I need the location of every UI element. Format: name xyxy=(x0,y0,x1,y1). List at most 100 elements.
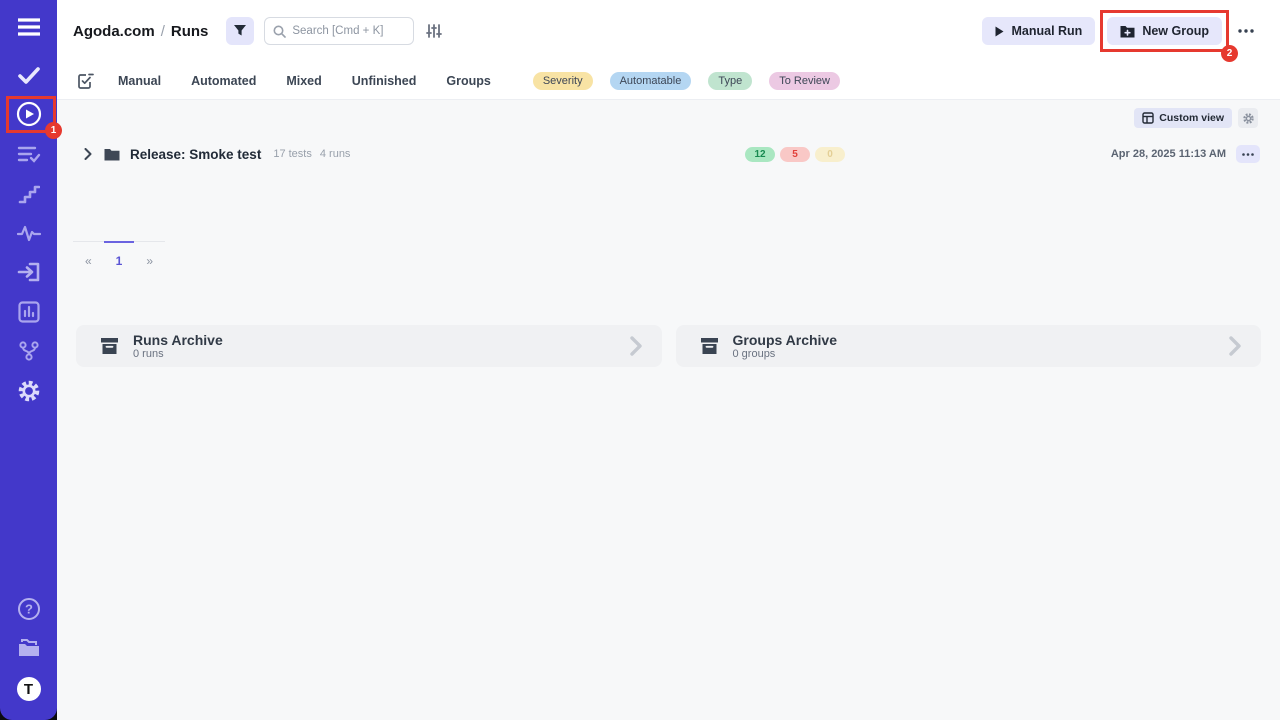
stairs-icon xyxy=(18,184,40,204)
archive-box-icon xyxy=(700,337,719,355)
sidebar-item-import[interactable] xyxy=(0,259,57,285)
sidebar-item-branches[interactable] xyxy=(0,338,57,364)
play-icon xyxy=(995,26,1004,37)
archive-card-title: Runs Archive xyxy=(133,333,223,348)
table-view-icon xyxy=(1142,112,1154,124)
breadcrumb-separator: / xyxy=(155,23,171,40)
new-group-button[interactable]: New Group xyxy=(1107,17,1222,45)
archive-cards: Runs Archive 0 runs Groups Archive 0 gro… xyxy=(76,325,1261,367)
header-actions: Manual Run New Group 2 xyxy=(982,17,1258,45)
run-group-date: Apr 28, 2025 11:13 AM xyxy=(1111,148,1226,160)
check-icon xyxy=(18,66,40,84)
sidebar-item-milestones[interactable] xyxy=(0,181,57,207)
sidebar-item-settings[interactable] xyxy=(0,378,57,404)
play-circle-icon xyxy=(16,101,42,127)
pagination-next[interactable]: » xyxy=(134,241,165,268)
sidebar-item-runs[interactable] xyxy=(0,101,57,127)
new-group-annotated: New Group 2 xyxy=(1107,17,1222,45)
run-group-title[interactable]: Release: Smoke test xyxy=(130,147,261,162)
sidebar-item-help[interactable]: ? xyxy=(0,596,57,622)
archive-card-text: Runs Archive 0 runs xyxy=(133,333,223,360)
gear-icon xyxy=(16,378,42,404)
annotation-badge-2: 2 xyxy=(1221,45,1238,62)
import-icon xyxy=(17,262,41,282)
runs-archive-card[interactable]: Runs Archive 0 runs xyxy=(76,325,662,367)
hamburger-icon xyxy=(16,17,42,37)
filter-button[interactable] xyxy=(226,17,254,45)
tag-to-review[interactable]: To Review xyxy=(769,72,840,90)
chevron-right-icon xyxy=(1229,336,1241,356)
new-group-label: New Group xyxy=(1142,24,1209,38)
folder-icon xyxy=(104,148,120,161)
passed-count-badge: 12 xyxy=(745,147,775,162)
pulse-icon xyxy=(17,224,41,242)
manual-run-button[interactable]: Manual Run xyxy=(982,17,1095,45)
clipboard-check-icon xyxy=(78,73,94,89)
search-box xyxy=(264,17,414,45)
sidebar-item-projects[interactable] xyxy=(0,635,57,661)
gear-small-icon xyxy=(1242,112,1255,125)
tag-severity[interactable]: Severity xyxy=(533,72,593,90)
view-controls: Custom view xyxy=(1134,108,1258,128)
archive-card-subtitle: 0 runs xyxy=(133,348,223,360)
header: Agoda.com/Runs Manual Run New Group 2 xyxy=(57,0,1280,62)
menu-toggle-button[interactable] xyxy=(0,14,57,40)
folders-icon xyxy=(17,638,41,658)
run-result-badges: 12 5 0 xyxy=(745,147,845,162)
main-content: Custom view Release: Smoke test 17 tests… xyxy=(57,100,1280,720)
run-group-runs-count: 4 runs xyxy=(320,148,351,160)
view-settings-button[interactable] xyxy=(1238,108,1258,128)
tab-mixed[interactable]: Mixed xyxy=(286,74,321,88)
groups-archive-card[interactable]: Groups Archive 0 groups xyxy=(676,325,1262,367)
custom-view-label: Custom view xyxy=(1159,112,1224,124)
folder-plus-icon xyxy=(1120,25,1135,38)
header-more-button[interactable] xyxy=(1234,27,1258,35)
chevron-right-icon xyxy=(630,336,642,356)
pagination-page-1[interactable]: 1 xyxy=(104,241,135,268)
bulk-edit-button[interactable] xyxy=(78,73,94,89)
funnel-icon xyxy=(233,24,247,38)
chevron-right-icon[interactable] xyxy=(84,148,92,160)
ellipsis-icon xyxy=(1238,29,1254,33)
svg-text:?: ? xyxy=(25,602,33,617)
bar-chart-icon xyxy=(18,301,40,323)
breadcrumb-project[interactable]: Agoda.com xyxy=(73,23,155,40)
run-group-row[interactable]: Release: Smoke test 17 tests 4 runs 12 5… xyxy=(57,140,1280,168)
sidebar-item-analytics[interactable] xyxy=(0,220,57,246)
run-group-more-button[interactable] xyxy=(1236,145,1260,163)
branch-icon xyxy=(18,340,40,362)
archive-box-icon xyxy=(100,337,119,355)
breadcrumb: Agoda.com/Runs xyxy=(73,23,208,40)
run-group-tests-count: 17 tests xyxy=(273,148,312,160)
search-input[interactable] xyxy=(292,25,402,37)
app-logo: T xyxy=(17,677,41,701)
ellipsis-icon xyxy=(1242,153,1254,156)
pagination-prev[interactable]: « xyxy=(73,241,104,268)
pagination: « 1 » xyxy=(73,241,165,268)
tab-groups[interactable]: Groups xyxy=(446,74,490,88)
sidebar-item-plans[interactable] xyxy=(0,141,57,167)
sidebar-item-reports[interactable] xyxy=(0,299,57,325)
tab-automated[interactable]: Automated xyxy=(191,74,256,88)
failed-count-badge: 5 xyxy=(780,147,810,162)
sliders-icon xyxy=(426,23,442,39)
custom-view-button[interactable]: Custom view xyxy=(1134,108,1232,128)
search-icon xyxy=(273,25,286,38)
sidebar-item-account[interactable]: T xyxy=(0,676,57,702)
help-icon: ? xyxy=(17,597,41,621)
breadcrumb-page: Runs xyxy=(171,23,209,40)
tag-automatable[interactable]: Automatable xyxy=(610,72,692,90)
archive-card-title: Groups Archive xyxy=(733,333,838,348)
tag-filters: Severity Automatable Type To Review xyxy=(533,72,840,90)
tab-manual[interactable]: Manual xyxy=(118,74,161,88)
tag-type[interactable]: Type xyxy=(708,72,752,90)
sidebar: ? T 1 xyxy=(0,0,57,720)
sidebar-item-tests[interactable] xyxy=(0,62,57,88)
logo-letter: T xyxy=(24,681,33,698)
adjustments-button[interactable] xyxy=(426,23,442,39)
list-check-icon xyxy=(17,144,41,164)
archive-card-subtitle: 0 groups xyxy=(733,348,838,360)
skipped-count-badge: 0 xyxy=(815,147,845,162)
tab-unfinished[interactable]: Unfinished xyxy=(352,74,417,88)
manual-run-label: Manual Run xyxy=(1011,24,1082,38)
